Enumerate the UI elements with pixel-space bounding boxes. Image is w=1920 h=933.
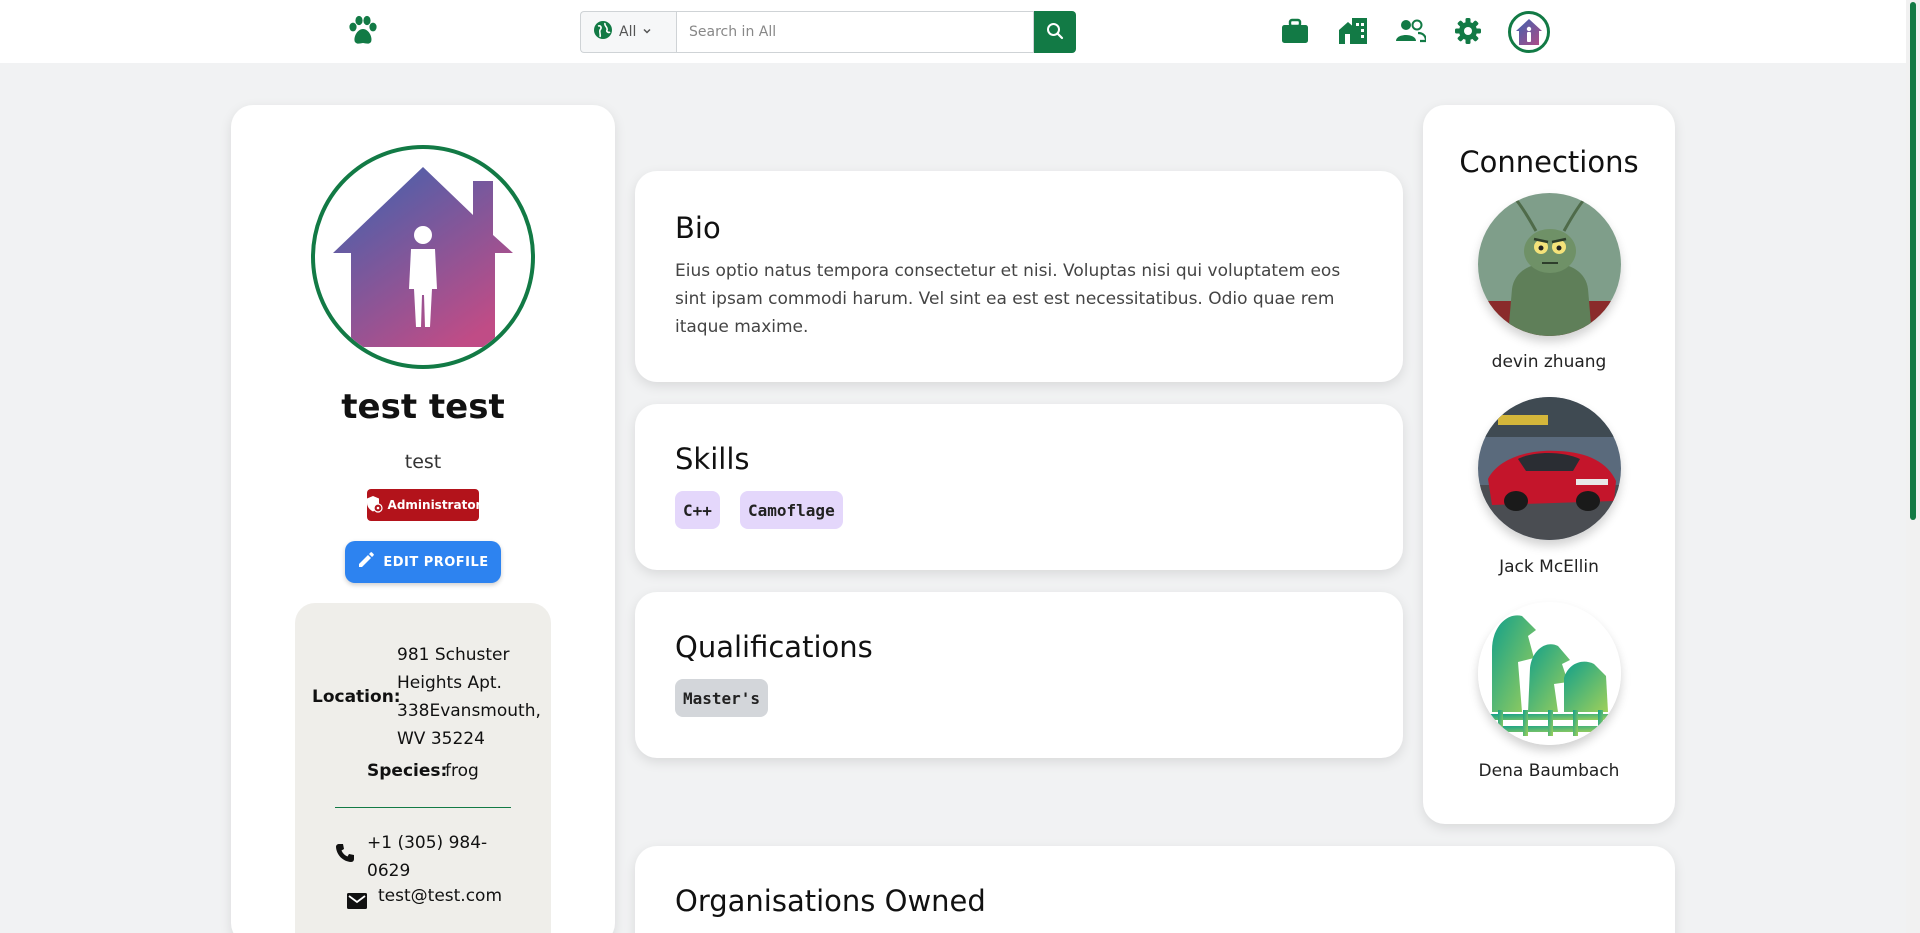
species-label: Species: [367,761,448,781]
phone-value: +1 (305) 984-0629 [367,833,488,881]
connection-avatar[interactable] [1478,602,1621,745]
connection-name[interactable]: Jack McEllin [1423,557,1675,577]
gear-icon[interactable] [1453,16,1483,46]
search-input[interactable] [676,11,1034,53]
profile-avatar [311,145,535,369]
qualifications-card: Qualifications Master's [635,592,1403,758]
connection-name[interactable]: devin zhuang [1423,352,1675,372]
connection-avatar[interactable] [1478,397,1621,540]
connection-name[interactable]: Dena Baumbach [1423,761,1675,781]
profile-username: test [404,451,442,473]
info-divider [335,807,511,808]
role-badge-label: Administrator [387,498,482,512]
page-scrollbar[interactable] [1906,0,1920,933]
organisations-card: Organisations Owned [635,846,1675,933]
species-value: frog [445,761,479,781]
top-navbar: All [0,0,1906,63]
profile-card: test test test Administrator EDIT PROFIL… [231,105,615,933]
scrollbar-thumb[interactable] [1910,2,1916,520]
paw-logo-icon[interactable] [346,14,380,48]
phone-icon [335,843,355,867]
search-icon [1046,22,1064,43]
search-bar: All [580,11,1076,53]
search-scope-label: All [619,24,637,40]
bio-title: Bio [675,211,721,245]
user-avatar-button[interactable] [1508,11,1550,53]
edit-profile-label: EDIT PROFILE [383,554,489,570]
skills-card: Skills C++ Camoflage [635,404,1403,570]
role-badge: Administrator [365,489,482,521]
skill-chip: Camoflage [740,491,843,529]
email-value: test@test.com [378,886,503,906]
profile-name: test test [341,387,505,427]
search-scope-select[interactable]: All [580,11,676,53]
bio-text: Eius optio natus tempora consectetur et … [675,261,1341,337]
location-value: 981 Schuster Heights Apt. 338Evansmouth,… [397,645,541,749]
briefcase-icon[interactable] [1280,16,1310,46]
search-button[interactable] [1034,11,1076,53]
people-icon[interactable] [1396,16,1426,46]
location-label: Location: [312,687,401,707]
connections-card: Connections devin zhuang Jack McEllin De… [1423,105,1675,824]
organisations-icon[interactable] [1338,16,1368,46]
pencil-icon [357,551,375,573]
qualifications-title: Qualifications [675,630,873,664]
connections-title: Connections [1459,145,1639,179]
chevron-down-icon [642,24,652,40]
skills-title: Skills [675,442,750,476]
qualification-chip: Master's [675,679,769,717]
globe-icon [593,20,613,44]
admin-shield-icon [365,495,383,516]
mail-icon [347,893,367,913]
connection-avatar[interactable] [1478,193,1621,336]
bio-card: Bio Eius optio natus tempora consectetur… [635,171,1403,382]
organisations-title: Organisations Owned [675,884,986,918]
skill-chip: C++ [675,491,720,529]
contact-info-panel: Location: 981 Schuster Heights Apt. 338E… [295,603,551,933]
edit-profile-button[interactable]: EDIT PROFILE [345,541,501,583]
